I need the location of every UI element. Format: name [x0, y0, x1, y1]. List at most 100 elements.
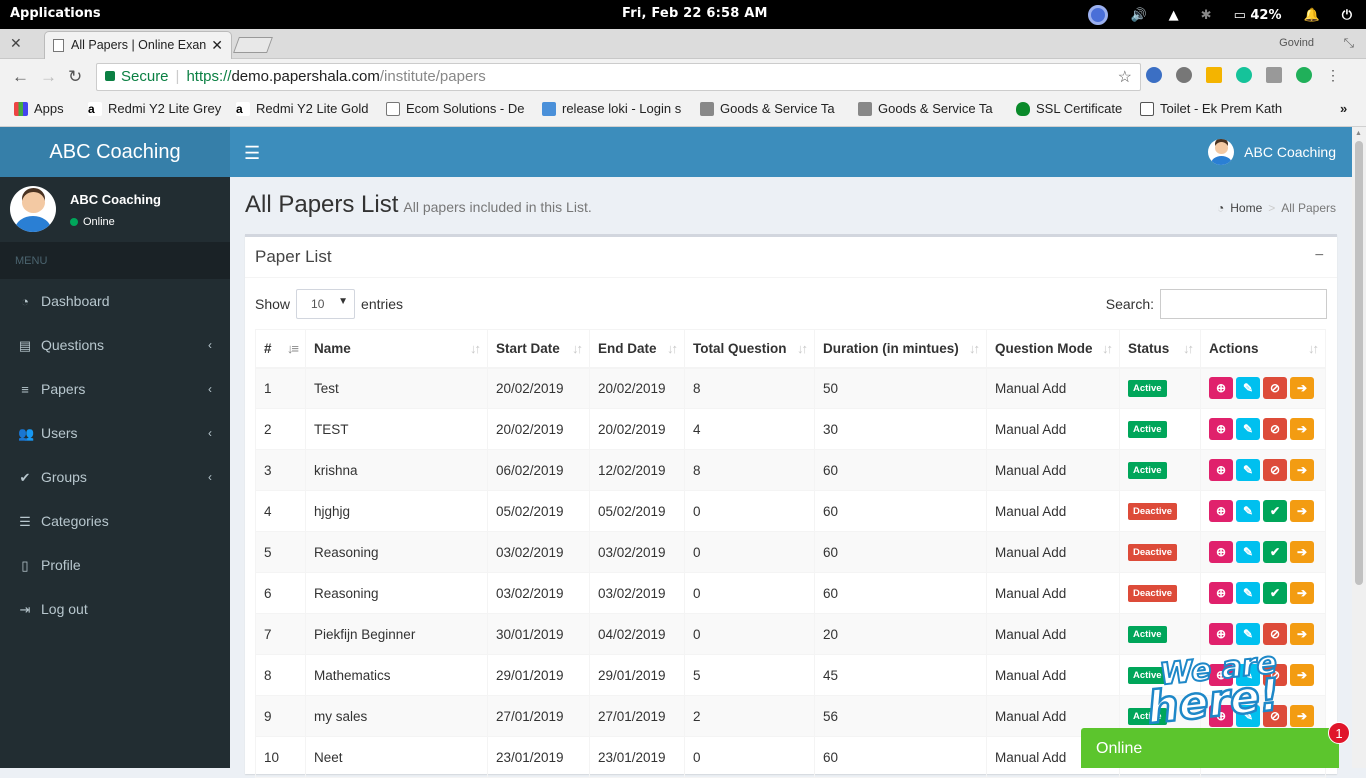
deactivate-button[interactable]: ⊘	[1263, 459, 1287, 481]
view-button[interactable]: ⊕	[1209, 623, 1233, 645]
activate-button[interactable]: ✔	[1263, 582, 1287, 604]
volume-icon[interactable]: 🔊	[1130, 8, 1146, 23]
open-button[interactable]: ➔	[1290, 459, 1314, 481]
bookmark-item[interactable]: Goods & Service Ta	[700, 101, 835, 116]
bookmark-item[interactable]: release loki - Login s	[542, 101, 681, 116]
activate-button[interactable]: ✔	[1263, 541, 1287, 563]
open-button[interactable]: ➔	[1290, 705, 1314, 727]
open-button[interactable]: ➔	[1290, 500, 1314, 522]
open-button[interactable]: ➔	[1290, 541, 1314, 563]
edit-button[interactable]: ✎	[1236, 377, 1260, 400]
bookmark-star-icon[interactable]: ☆	[1118, 67, 1132, 87]
close-tab-icon[interactable]: ✕	[211, 37, 223, 54]
address-bar[interactable]: Secure | https://demo.papershala.com/insti…	[96, 63, 1141, 91]
extension-icon[interactable]	[1296, 67, 1312, 83]
sidebar-item-profile[interactable]: ▯ Profile	[0, 543, 230, 587]
wifi-icon[interactable]: ▲	[1169, 8, 1179, 23]
sidebar-item-categories[interactable]: ☰ Categories	[0, 499, 230, 543]
extension-icon[interactable]	[1176, 67, 1192, 83]
hamburger-menu-icon[interactable]: ☰	[244, 143, 260, 164]
extension-icon[interactable]	[1206, 67, 1222, 83]
column-header[interactable]: Total Question ↓↑	[684, 329, 815, 369]
column-header[interactable]: Status ↓↑	[1119, 329, 1201, 369]
open-button[interactable]: ➔	[1290, 582, 1314, 604]
sidebar-item-dashboard[interactable]: ◔ Dashboard	[0, 279, 230, 323]
deactivate-button[interactable]: ⊘	[1263, 418, 1287, 440]
bookmark-apps[interactable]: Apps	[14, 101, 64, 116]
scroll-up-icon[interactable]: ▲	[1355, 130, 1362, 137]
bookmark-item[interactable]: Ecom Solutions - De	[386, 101, 525, 116]
reload-icon[interactable]: ↻	[68, 67, 82, 87]
column-header[interactable]: Duration (in mintues) ↓↑	[814, 329, 987, 369]
sidebar-item-users[interactable]: 👥 Users ‹	[0, 411, 230, 455]
restore-window-icon[interactable]: ⤡	[1344, 35, 1354, 51]
sidebar-item-label: Dashboard	[41, 293, 110, 309]
bookmark-item[interactable]: Toilet - Ek Prem Kath	[1140, 101, 1282, 116]
bookmark-item[interactable]: SSL Certificate	[1016, 101, 1122, 116]
close-window-icon[interactable]: ✕	[10, 35, 22, 52]
browser-tab[interactable]: All Papers | Online Exan ✕	[44, 31, 232, 59]
view-button[interactable]: ⊕	[1209, 500, 1233, 522]
menu-dots-icon[interactable]: ⋮	[1326, 67, 1340, 83]
breadcrumb-home[interactable]: Home	[1230, 201, 1262, 215]
edit-button[interactable]: ✎	[1236, 500, 1260, 522]
search-input[interactable]	[1160, 289, 1327, 319]
power-icon[interactable]: ⏻	[1342, 8, 1352, 23]
applications-menu[interactable]: Applications	[10, 6, 101, 21]
open-button[interactable]: ➔	[1290, 418, 1314, 440]
scrollbar-thumb[interactable]	[1355, 141, 1363, 585]
sidebar-item-questions[interactable]: ▤ Questions ‹	[0, 323, 230, 367]
chat-widget[interactable]: Online	[1081, 728, 1339, 768]
sidebar-item-logout[interactable]: ⇥ Log out	[0, 587, 230, 631]
view-button[interactable]: ⊕	[1209, 377, 1233, 400]
profile-name[interactable]: Govind	[1279, 37, 1314, 49]
open-button[interactable]: ➔	[1290, 377, 1314, 400]
bookmark-item[interactable]: a Redmi Y2 Lite Gold	[236, 101, 369, 116]
view-button[interactable]: ⊕	[1209, 541, 1233, 563]
bluetooth-icon[interactable]: ✱	[1201, 8, 1212, 23]
app-logo[interactable]: ABC Coaching	[0, 127, 230, 177]
chrome-indicator-icon[interactable]	[1088, 5, 1109, 25]
column-header[interactable]: Name ↓↑	[305, 329, 488, 369]
chat-notification-count[interactable]: 1	[1328, 722, 1350, 744]
open-button[interactable]: ➔	[1290, 623, 1314, 645]
edit-button[interactable]: ✎	[1236, 418, 1260, 440]
forward-arrow-icon[interactable]: →	[40, 67, 57, 87]
we-are-here-badge[interactable]: We are here!	[1136, 644, 1293, 737]
bookmark-item[interactable]: a Redmi Y2 Lite Grey	[88, 101, 221, 116]
view-button[interactable]: ⊕	[1209, 582, 1233, 604]
column-header[interactable]: Question Mode ↓↑	[986, 329, 1120, 369]
activate-button[interactable]: ✔	[1263, 500, 1287, 522]
more-bookmarks-button[interactable]: »	[1340, 101, 1347, 116]
sidebar-item-groups[interactable]: ✔ Groups ‹	[0, 455, 230, 499]
edit-button[interactable]: ✎	[1236, 459, 1260, 481]
deactivate-button[interactable]: ⊘	[1263, 377, 1287, 400]
notification-bell-icon[interactable]: 🔔	[1304, 8, 1320, 23]
edit-button[interactable]: ✎	[1236, 541, 1260, 563]
system-clock[interactable]: Fri, Feb 22 6:58 AM	[622, 6, 768, 21]
deactivate-button[interactable]: ⊘	[1263, 623, 1287, 645]
battery-indicator[interactable]: ▭ 42%	[1234, 8, 1282, 23]
entries-select[interactable]: 10 ▼	[296, 289, 356, 319]
page-scrollbar[interactable]: ▲	[1352, 127, 1366, 768]
collapse-icon[interactable]: −	[1315, 247, 1324, 265]
column-label: Question Mode	[995, 340, 1093, 356]
open-button[interactable]: ➔	[1290, 664, 1314, 686]
header-user-menu[interactable]: ABC Coaching	[1208, 139, 1336, 165]
column-header[interactable]: # ↓≡	[255, 329, 306, 369]
edit-button[interactable]: ✎	[1236, 623, 1260, 645]
column-header[interactable]: End Date ↓↑	[589, 329, 685, 369]
bookmark-item[interactable]: Goods & Service Ta	[858, 101, 993, 116]
view-button[interactable]: ⊕	[1209, 459, 1233, 481]
new-tab-button[interactable]	[233, 37, 273, 53]
sidebar-item-papers[interactable]: ≡ Papers ‹	[0, 367, 230, 411]
extension-icon[interactable]	[1266, 67, 1282, 83]
column-header[interactable]: Start Date ↓↑	[487, 329, 590, 369]
view-button[interactable]: ⊕	[1209, 418, 1233, 440]
back-arrow-icon[interactable]: ←	[12, 67, 29, 87]
grammarly-icon[interactable]	[1236, 67, 1252, 83]
extension-icon[interactable]	[1146, 67, 1162, 83]
column-header[interactable]: Actions ↓↑	[1200, 329, 1326, 369]
edit-button[interactable]: ✎	[1236, 582, 1260, 604]
sidebar-item-label: Users	[41, 425, 78, 441]
